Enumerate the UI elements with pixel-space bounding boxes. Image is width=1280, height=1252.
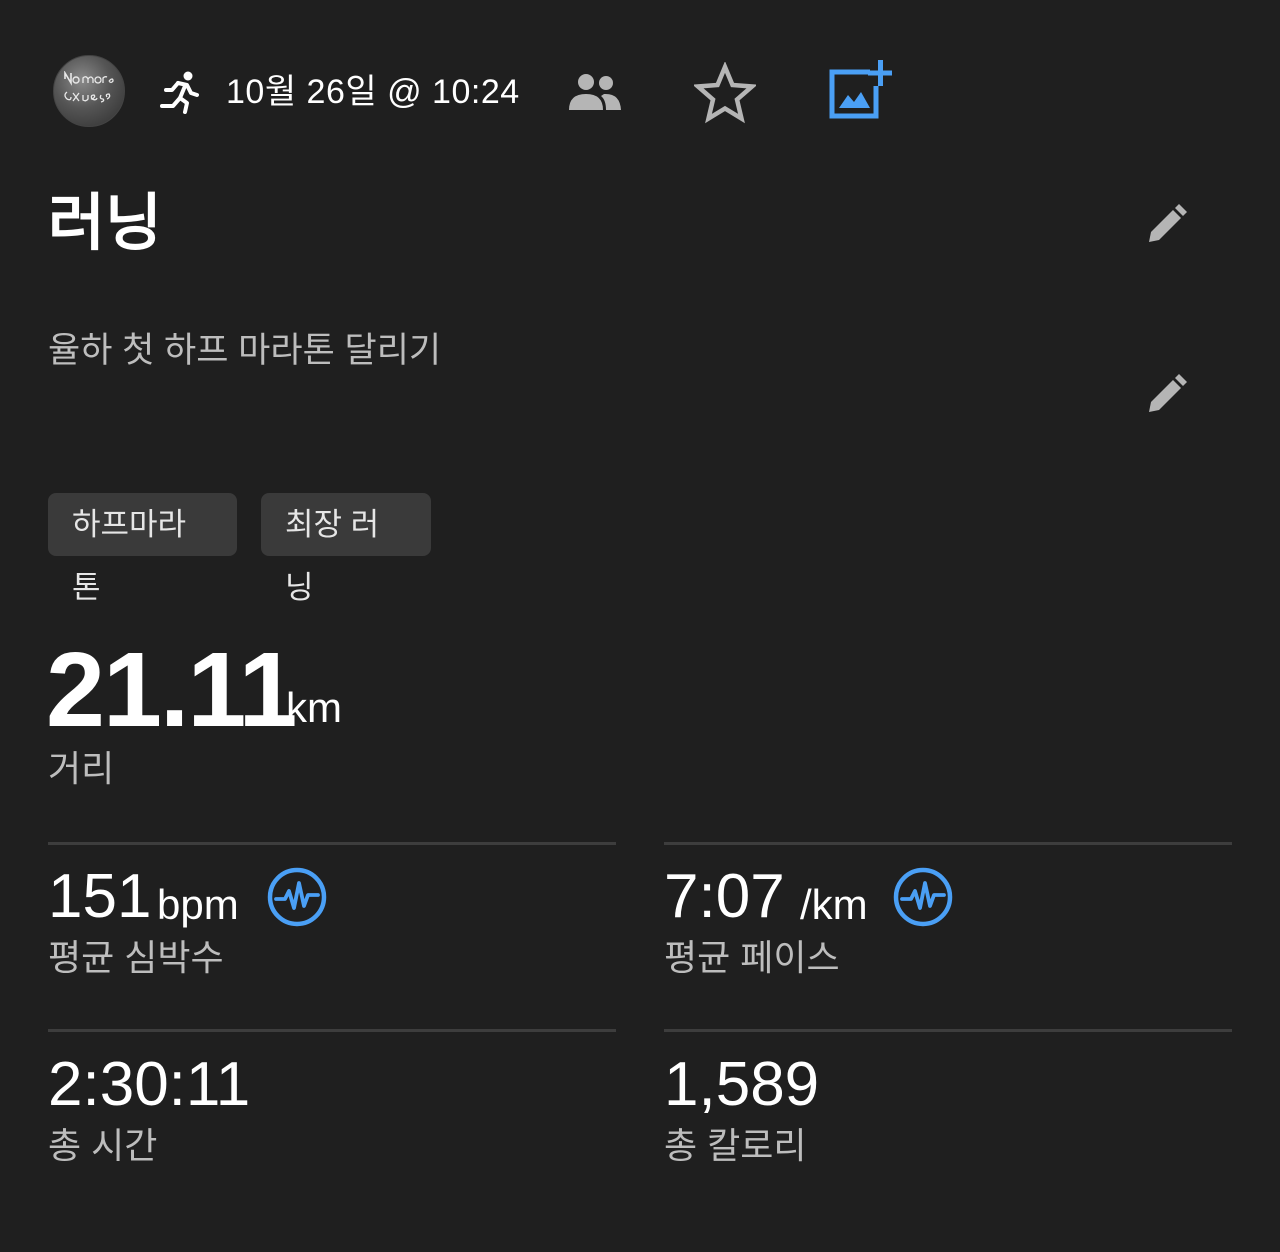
people-icon[interactable] xyxy=(568,72,622,112)
avatar[interactable] xyxy=(53,55,125,127)
divider xyxy=(48,842,616,845)
avatar-logo xyxy=(64,71,114,103)
distance-unit: km xyxy=(286,684,342,731)
add-photo-icon[interactable] xyxy=(826,58,892,122)
avg-heart-rate-label: 평균 심박수 xyxy=(48,937,224,978)
activity-title[interactable]: 러닝 xyxy=(48,186,162,262)
avg-heart-rate-unit: bpm xyxy=(157,881,239,928)
avg-pace-label: 평균 페이스 xyxy=(664,937,840,978)
distance-value: 21.11 xyxy=(46,631,297,749)
total-calories-value: 1,589 xyxy=(664,1050,820,1119)
edit-description-icon[interactable] xyxy=(1143,370,1189,416)
avg-pace-unit: /km xyxy=(800,881,868,928)
pace-chart-icon[interactable] xyxy=(892,866,954,928)
running-icon xyxy=(160,71,199,114)
avg-pace-value: 7:07 xyxy=(664,862,785,931)
activity-datetime: 10월 26일 @ 10:24 xyxy=(226,73,520,111)
avg-heart-rate-value: 151 xyxy=(48,862,152,931)
star-icon[interactable] xyxy=(694,62,756,124)
total-calories-label: 총 칼로리 xyxy=(664,1125,807,1166)
distance-label: 거리 xyxy=(48,748,115,789)
activity-description[interactable]: 율하 첫 하프 마라톤 달리기 xyxy=(48,328,441,374)
heart-rate-chart-icon[interactable] xyxy=(266,866,328,928)
tag-half-marathon[interactable]: 하프마라톤 xyxy=(48,493,237,605)
divider xyxy=(664,842,1232,845)
divider xyxy=(48,1029,616,1032)
divider xyxy=(664,1029,1232,1032)
total-time-label: 총 시간 xyxy=(48,1125,158,1166)
total-time-value: 2:30:11 xyxy=(48,1050,251,1119)
edit-title-icon[interactable] xyxy=(1143,200,1189,246)
tag-longest-run[interactable]: 최장 러닝 xyxy=(261,493,431,605)
